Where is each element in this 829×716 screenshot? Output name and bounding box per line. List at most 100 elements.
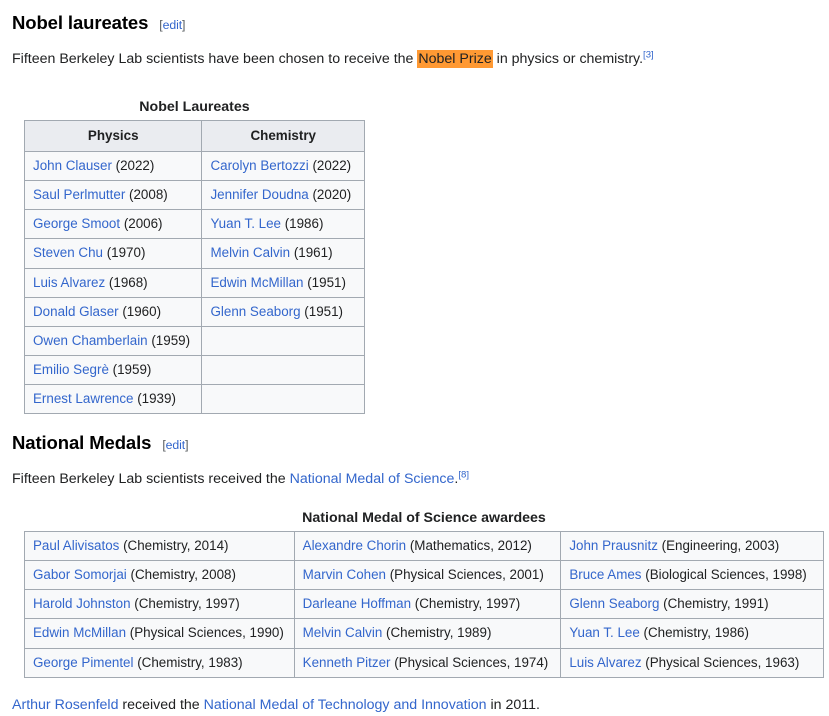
edit-section-link-nobel[interactable]: [edit]	[159, 18, 185, 32]
laureate-detail: (Mathematics, 2012)	[406, 538, 532, 554]
laureate-detail: (1951)	[303, 274, 346, 290]
edit-link-label[interactable]: edit	[163, 18, 183, 32]
laureate-link[interactable]: Glenn Seaborg	[210, 304, 300, 319]
laureate-link[interactable]: Paul Alivisatos	[33, 538, 119, 553]
laureate-link[interactable]: Kenneth Pitzer	[303, 655, 391, 670]
search-highlight-nobel-prize: Nobel Prize	[417, 50, 493, 68]
table-row: Emilio Segrè (1959)	[23, 354, 365, 385]
closing-paragraph: Arthur Rosenfeld received the National M…	[12, 694, 813, 716]
table-cell: Owen Chamberlain (1959)	[23, 325, 203, 356]
laureate-detail: (Chemistry, 2014)	[119, 538, 229, 554]
table-row: Ernest Lawrence (1939)	[23, 383, 365, 415]
laureate-link[interactable]: Alexandre Chorin	[303, 538, 406, 553]
laureate-link[interactable]: Edwin McMillan	[210, 275, 303, 290]
laureate-link[interactable]: George Smoot	[33, 216, 120, 231]
laureate-link[interactable]: John Prausnitz	[569, 538, 658, 553]
laureate-link[interactable]: Yuan T. Lee	[569, 625, 640, 640]
laureate-detail: (Chemistry, 1989)	[382, 625, 492, 641]
table-cell: Emilio Segrè (1959)	[23, 354, 203, 385]
laureate-link[interactable]: Melvin Calvin	[210, 245, 290, 260]
laureate-link[interactable]: John Clauser	[33, 158, 112, 173]
laureate-link[interactable]: Owen Chamberlain	[33, 333, 148, 348]
section-title-medals: National Medals	[12, 432, 152, 454]
edit-section-link-medals[interactable]: [edit]	[162, 438, 188, 452]
table-cell: Yuan T. Lee (Chemistry, 1986)	[560, 618, 824, 649]
laureate-detail: (1970)	[102, 245, 146, 261]
table-row: Luis Alvarez (1968) Edwin McMillan (1951)	[23, 267, 365, 298]
laureate-link[interactable]: Jennifer Doudna	[210, 187, 308, 202]
edit-link-label[interactable]: edit	[166, 438, 186, 452]
laureate-detail: (Engineering, 2003)	[657, 538, 780, 554]
laureate-detail: (Physical Sciences, 2001)	[386, 567, 544, 583]
laureate-link[interactable]: Luis Alvarez	[569, 655, 641, 670]
table-cell-empty	[201, 383, 365, 415]
column-header-chemistry: Chemistry	[201, 119, 365, 153]
laureate-link[interactable]: Bruce Ames	[569, 567, 641, 582]
bracket-close: ]	[185, 438, 189, 453]
laureate-link[interactable]: Edwin McMillan	[33, 625, 126, 640]
laureate-detail: (Chemistry, 2008)	[126, 567, 236, 583]
table-cell: Alexandre Chorin (Mathematics, 2012)	[293, 531, 562, 562]
table-row: Harold Johnston (Chemistry, 1997) Darlean…	[24, 589, 824, 620]
laureate-link[interactable]: George Pimentel	[33, 655, 133, 670]
laureate-link[interactable]: Glenn Seaborg	[569, 596, 659, 611]
laureate-detail: (Chemistry, 1986)	[639, 625, 749, 641]
laureate-detail: (Chemistry, 1997)	[411, 596, 521, 612]
table-cell: Glenn Seaborg (Chemistry, 1991)	[560, 589, 824, 620]
table-cell: George Pimentel (Chemistry, 1983)	[24, 647, 295, 678]
laureate-detail: (1939)	[133, 390, 176, 406]
reference-marker[interactable]: [8]	[458, 469, 469, 480]
laureate-link[interactable]: Emilio Segrè	[33, 362, 109, 377]
laureate-link[interactable]: Marvin Cohen	[303, 567, 386, 582]
laureate-link[interactable]: Steven Chu	[33, 245, 103, 260]
laureate-link[interactable]: Carolyn Bertozzi	[210, 158, 308, 173]
table-header-row: Physics Chemistry	[23, 119, 365, 153]
closing-text-mid: received the	[118, 696, 204, 713]
table-row: John Clauser (2022) Carolyn Bertozzi (202…	[23, 151, 365, 182]
table-row: George Smoot (2006) Yuan T. Lee (1986)	[23, 209, 365, 240]
table-cell: Bruce Ames (Biological Sciences, 1998)	[560, 560, 824, 591]
section-heading-national-medals: National Medals [edit]	[12, 432, 813, 454]
table-cell-empty	[201, 354, 365, 385]
laureate-link[interactable]: Donald Glaser	[33, 304, 119, 319]
laureate-link[interactable]: Melvin Calvin	[303, 625, 383, 640]
table-caption-nobel: Nobel Laureates	[139, 99, 250, 115]
intro-text-before: Fifteen Berkeley Lab scientists received…	[12, 471, 290, 488]
table-row: Owen Chamberlain (1959)	[23, 325, 365, 356]
page-title: Nobel laureates	[12, 12, 149, 33]
table-row: Donald Glaser (1960) Glenn Seaborg (1951)	[23, 296, 365, 327]
table-row: George Pimentel (Chemistry, 1983) Kenneth…	[24, 647, 824, 678]
table-cell: Saul Perlmutter (2008)	[23, 180, 203, 211]
table-caption-national-medal: National Medal of Science awardees	[302, 510, 546, 527]
laureate-link[interactable]: Ernest Lawrence	[33, 391, 133, 406]
laureate-detail: (Physical Sciences, 1974)	[390, 654, 549, 670]
medals-intro-paragraph: Fifteen Berkeley Lab scientists received…	[12, 468, 813, 490]
table-cell: Carolyn Bertozzi (2022)	[201, 151, 365, 182]
laureate-detail: (1959)	[108, 361, 152, 377]
link-arthur-rosenfeld[interactable]: Arthur Rosenfeld	[12, 697, 118, 713]
table-cell: Yuan T. Lee (1986)	[201, 209, 365, 240]
laureate-link[interactable]: Darleane Hoffman	[303, 596, 411, 611]
table-cell: George Smoot (2006)	[23, 209, 203, 240]
table-row: Gabor Somorjai (Chemistry, 2008) Marvin C…	[24, 560, 824, 591]
laureate-link[interactable]: Luis Alvarez	[33, 275, 105, 290]
reference-marker[interactable]: [3]	[643, 49, 654, 60]
laureate-link[interactable]: Saul Perlmutter	[33, 187, 125, 202]
laureate-link[interactable]: Harold Johnston	[33, 596, 131, 611]
link-national-medal-technology-innovation[interactable]: National Medal of Technology and Innovat…	[204, 697, 487, 713]
laureate-detail: (2022)	[308, 158, 352, 174]
laureate-link[interactable]: Yuan T. Lee	[210, 216, 281, 231]
laureate-detail: (1968)	[105, 274, 148, 290]
laureate-detail: (1986)	[280, 216, 324, 232]
bracket-close: ]	[182, 18, 186, 32]
national-medal-table-block: National Medal of Science awardees Paul …	[24, 510, 824, 678]
link-national-medal-of-science[interactable]: National Medal of Science	[290, 471, 455, 487]
laureate-detail: (Physical Sciences, 1990)	[126, 625, 284, 641]
section-heading-nobel: Nobel laureates [edit]	[12, 12, 813, 34]
table-row: Steven Chu (1970) Melvin Calvin (1961)	[23, 238, 365, 269]
table-cell: Melvin Calvin (1961)	[201, 238, 365, 269]
laureate-link[interactable]: Gabor Somorjai	[33, 567, 127, 582]
table-cell: Kenneth Pitzer (Physical Sciences, 1974)	[293, 647, 562, 678]
laureate-detail: (2006)	[120, 216, 163, 232]
nobel-intro-paragraph: Fifteen Berkeley Lab scientists have bee…	[12, 48, 813, 70]
